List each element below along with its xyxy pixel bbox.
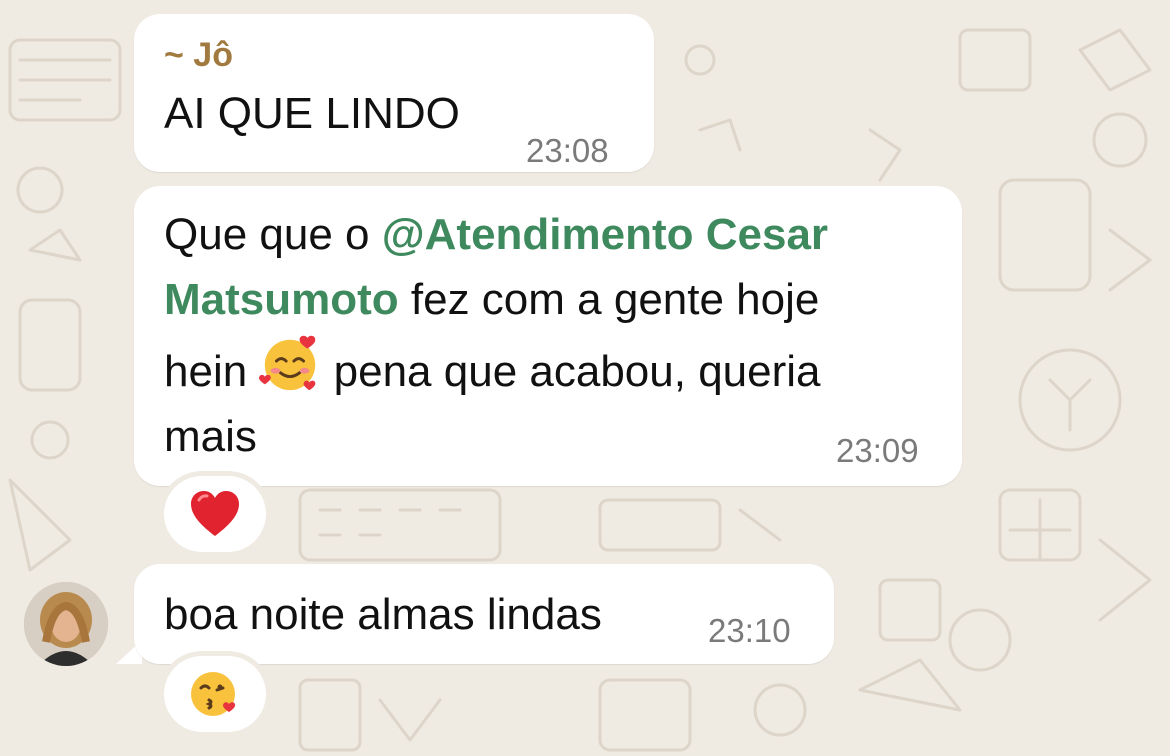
message-timestamp: 23:08 <box>526 132 609 169</box>
red-heart-icon <box>191 491 239 536</box>
message-bubble[interactable]: boa noite almas lindas 23:10 <box>134 564 834 664</box>
mention-link[interactable]: @Atendimento Cesar <box>382 210 828 259</box>
avatar[interactable] <box>24 582 108 666</box>
message-bubble[interactable]: ~ Jô AI QUE LINDO 23:08 <box>134 14 654 172</box>
message-text-part: fez com a gente hoje <box>398 275 820 324</box>
message-text: boa noite almas lindas <box>164 590 602 639</box>
message-text: Que que o @Atendimento Cesar Matsumoto f… <box>164 202 828 469</box>
sender-name[interactable]: ~ Jô <box>164 36 233 75</box>
message-text-part: mais <box>164 412 257 461</box>
message-text-part: hein <box>164 347 260 396</box>
mention-link[interactable]: Matsumoto <box>164 275 399 324</box>
message-reaction[interactable] <box>164 476 266 552</box>
message-text-part: pena que acabou, queria <box>321 347 821 396</box>
message-text-part: Que que o <box>164 210 382 259</box>
message-bubble[interactable]: Que que o @Atendimento Cesar Matsumoto f… <box>134 186 962 486</box>
message-reaction[interactable] <box>164 656 266 732</box>
message-timestamp: 23:09 <box>836 432 919 469</box>
face-blowing-a-kiss-icon <box>191 672 236 716</box>
message-timestamp: 23:10 <box>708 612 791 649</box>
message-text: AI QUE LINDO <box>164 89 460 138</box>
smiling-face-with-hearts-icon <box>259 335 316 391</box>
avatar-image <box>24 582 108 666</box>
